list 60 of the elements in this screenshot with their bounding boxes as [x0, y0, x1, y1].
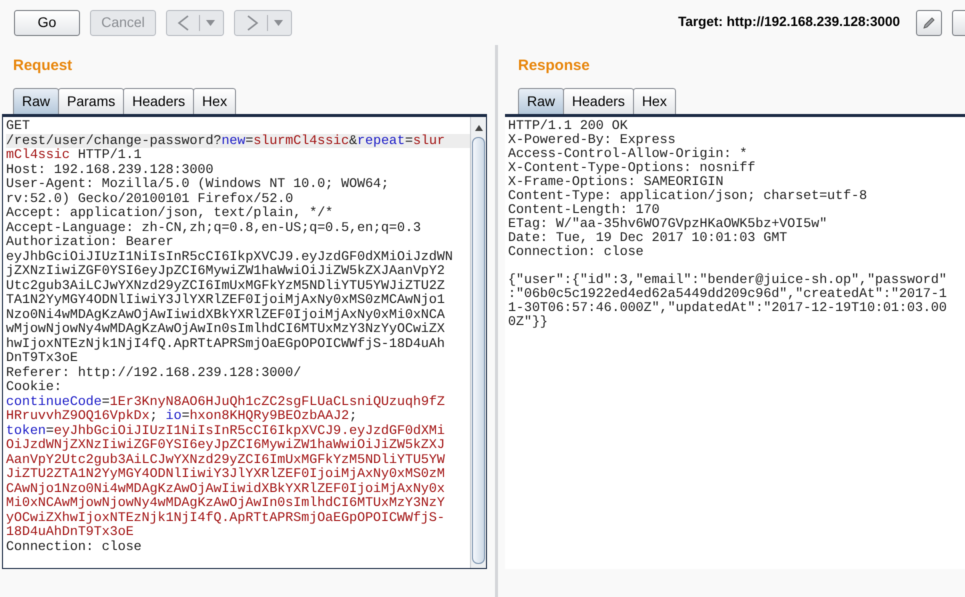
code-line: wMjowNjowNy4wMDAgKzAwOjAwIn0sImlhdCI6MTUxMzY3NzYyOCwiZX [6, 322, 446, 336]
code-line: X-Frame-Options: SAMEORIGIN [508, 175, 724, 189]
tab[interactable]: Headers [563, 88, 634, 114]
code-line: token=eyJhbGciOiJIUzI1NiIsInR5cCI6IkpXVCJ9.eyJzdGF0dXMi [6, 424, 446, 438]
tab[interactable]: Params [58, 88, 124, 114]
caret-icon [206, 20, 215, 26]
tab[interactable]: Hex [193, 88, 236, 114]
edit-button[interactable] [916, 10, 942, 36]
caret-icon [274, 20, 283, 26]
code-line: Host: 192.168.239.128:3000 [6, 162, 214, 177]
go-button[interactable]: Go [14, 10, 80, 36]
code-line: yOCwiZXhwIjoxNTEzNjk1NjI4fQ.ApRTtAPRSmjOaEGpOPOICWWfjS- [6, 510, 446, 525]
code-line: Nzo0Ni4wMDAgKzAwOjAwIiwidXBkYXRlZEF0IjoiMjAxNy0xMi0xNCA [6, 308, 446, 322]
code-line: 1-30T06:57:46.000Z","updatedAt":"2017-12-19T10:01:03.00 [508, 301, 948, 315]
code-line: Connection: close [6, 540, 143, 554]
target-label: Target: http://192.168.239.128:3000 [678, 13, 900, 32]
scrollbar[interactable] [470, 117, 486, 568]
code-line: Accept: application/json, text/plain, */* [6, 206, 334, 220]
code-line: X-Content-Type-Options: nosniff [508, 161, 756, 175]
code-line: eyJhbGciOiJIUzI1NiIsInR5cCI6IkpXVCJ9.eyJzdGF0dXMiOiJzdWN [6, 250, 454, 264]
code-line: Content-Length: 170 [508, 203, 661, 217]
code-line: TA1N2YyMGY4ODNlIiwiY3JlYXRlZEF0IjoiMjAxNy0xMS0zMCAwNjo1 [6, 293, 446, 308]
code-line: Content-Type: application/json; charset=utf-8 [508, 189, 868, 203]
code-line: CAwNjo1Nzo0Ni4wMDAgKzAwOjAwIiwidXBkYXRlZEF0IjoiMjAxNy0x [6, 482, 446, 496]
code-line: ETag: W/"aa-35hv6WO7GVpzHKaOWK5bz+VOI5w" [508, 217, 828, 231]
code-line: DnT9Tx3oE [6, 351, 79, 366]
code-line: hwIjoxNTEzNjk1NjI4fQ.ApRTtAPRSmjOaEGpOPOICWWfjS-18D4uAh [6, 336, 446, 351]
code-line: rv:52.0) Gecko/20100101 Firefox/52.0 [6, 192, 294, 206]
code-line: AanVpY2Utc2gub3AiLCJwYXNzd29yZCI6ImUxMGFkYzM5NDliYTU5YW [6, 452, 446, 467]
tab[interactable]: Raw [518, 88, 564, 114]
code-line: mCl4ssic HTTP/1.1 [6, 148, 143, 162]
code-line: Authorization: Bearer [6, 235, 175, 250]
code-line: jZXNzIiwiZGF0YSI6eyJpZCI6MywiZW1haWwiOiJiZW5kZXJAanVpY2 [6, 264, 446, 278]
code-line: Accept-Language: zh-CN,zh;q=0.8,en-US;q=0.5,en;q=0.3 [6, 220, 422, 235]
code-line: HRruvvhZ9OQ16VpkDx; io=hxon8KHQRy9BEOzbAAJ2; [6, 409, 358, 424]
tab[interactable]: Headers [123, 88, 194, 114]
tab[interactable]: Raw [13, 88, 60, 114]
tab[interactable]: Hex [632, 88, 676, 114]
code-line: HTTP/1.1 200 OK [508, 119, 629, 133]
code-line: continueCode=1Er3KnyN8AO6HJuQh1cZC2sgFLUaCLsniQUzuqh9fZ [6, 394, 446, 409]
pencil-icon [921, 14, 937, 30]
panel-title: Request [13, 56, 74, 76]
code-line: User-Agent: Mozilla/5.0 (Windows NT 10.0; WOW64; [6, 177, 390, 192]
code-line: {"user":{"id":3,"email":"bender@juice-sh.op","password" [508, 273, 948, 287]
code-line: Mi0xNCAwMjowNjowNy4wMDAgKzAwOjAwIn0sImlhdCI6MTUxMzY3NzY [6, 496, 446, 510]
code-line: Connection: close [508, 245, 645, 259]
help-button[interactable] [952, 10, 965, 36]
code-line: 18D4uAhDnT9Tx3oE [6, 525, 135, 540]
code-line: Utc2gub3AiLCJwYXNzd29yZCI6ImUxMGFkYzM5NDliYTU5YWJiZTU2Z [6, 278, 446, 293]
panel-title: Response [518, 56, 591, 76]
code-line: 0Z"}} [508, 315, 549, 329]
code-line: OiJzdWNjZXNzIiwiZGF0YSI6eyJpZCI6MywiZW1haWwiOiJiZW5kZXJ [6, 438, 446, 452]
code-line: X-Powered-By: Express [508, 133, 677, 147]
code-line: Cookie: [6, 380, 63, 394]
code-line: JiZTU2ZTA1N2YyMGY4ODNlIiwiY3JlYXRlZEF0IjoiMjAxNy0xMS0zM [6, 467, 446, 482]
code-line: Referer: http://192.168.239.128:3000/ [6, 366, 302, 380]
code-line: GET [6, 119, 31, 134]
code-line: Access-Control-Allow-Origin: * [508, 147, 748, 161]
code-line: :"06b0c5c1922ed4ed62a5449dd209c96d","createdAt":"2017-1 [508, 287, 948, 301]
code-line: Date: Tue, 19 Dec 2017 10:01:03 GMT [508, 231, 788, 245]
